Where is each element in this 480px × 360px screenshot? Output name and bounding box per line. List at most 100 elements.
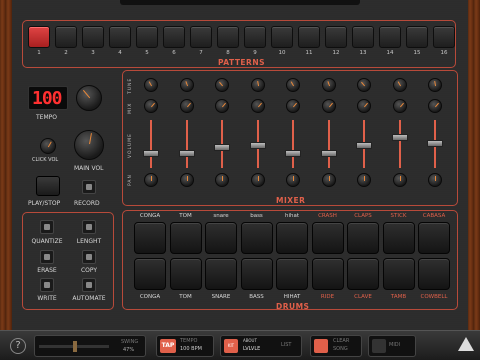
erase-button[interactable] [40, 250, 54, 264]
drum-pad-cabasa[interactable] [418, 222, 450, 254]
help-button[interactable]: ? [10, 338, 26, 354]
pattern-button-9[interactable] [244, 26, 266, 48]
mix-knob-snare[interactable] [215, 99, 229, 113]
pattern-button-5[interactable] [136, 26, 158, 48]
drum-pad-clave[interactable] [347, 258, 379, 290]
clear-button[interactable] [314, 339, 328, 353]
drum-pad-tamb[interactable] [382, 258, 415, 290]
drum-pad-tom[interactable] [169, 258, 202, 290]
tune-knob-crash[interactable] [321, 78, 336, 92]
drum-pad-crash[interactable] [311, 222, 344, 254]
pan-knob-claps[interactable] [357, 173, 371, 187]
swing-handle[interactable] [73, 341, 77, 352]
mix-knob-crash[interactable] [321, 99, 336, 113]
mix-knob-tom[interactable] [179, 99, 194, 113]
midi-toggle[interactable] [372, 339, 386, 353]
tune-knob-conga[interactable] [144, 78, 158, 92]
volume-fader-hihat[interactable] [285, 150, 301, 157]
pattern-button-16[interactable] [433, 26, 455, 48]
pattern-number: 16 [440, 50, 448, 56]
lenght-button[interactable] [82, 220, 96, 234]
pattern-button-7[interactable] [190, 26, 212, 48]
pattern-button-3[interactable] [82, 26, 104, 48]
tune-knob-claps[interactable] [357, 78, 371, 92]
mix-knob-bass[interactable] [250, 99, 265, 113]
pan-knob-stick[interactable] [392, 173, 407, 187]
write-label: WRITE [37, 295, 57, 302]
pan-knob-cabasa[interactable] [428, 173, 442, 187]
drum-label-bottom: HIHAT [283, 294, 301, 300]
pan-knob-tom[interactable] [179, 173, 194, 187]
automate-button[interactable] [82, 278, 96, 292]
volume-fader-cabasa[interactable] [427, 140, 443, 147]
pattern-button-11[interactable] [298, 26, 320, 48]
tempo-knob[interactable] [76, 85, 102, 111]
drum-pad-claps[interactable] [347, 222, 379, 254]
tune-knob-cabasa[interactable] [428, 78, 442, 92]
tune-knob-hihat[interactable] [286, 78, 300, 92]
volume-fader-crash[interactable] [320, 150, 337, 157]
midi-control[interactable]: MIDI [368, 335, 416, 357]
drum-pad-conga[interactable] [134, 222, 166, 254]
volume-fader-snare[interactable] [214, 144, 230, 151]
drum-pad-hihat[interactable] [276, 222, 308, 254]
pattern-button-4[interactable] [109, 26, 131, 48]
drum-pad-conga[interactable] [134, 258, 166, 290]
main-vol-label: MAIN VOL [74, 165, 104, 172]
copy-button[interactable] [82, 250, 96, 264]
mix-knob-stick[interactable] [392, 99, 407, 113]
pattern-button-13[interactable] [352, 26, 374, 48]
clear-label: CLEAR [333, 338, 350, 344]
tune-knob-stick[interactable] [392, 78, 407, 92]
volume-fader-stick[interactable] [391, 134, 408, 141]
mix-knob-hihat[interactable] [286, 99, 300, 113]
play-stop-button[interactable] [36, 176, 60, 196]
volume-fader-conga[interactable] [143, 150, 159, 157]
pan-knob-conga[interactable] [144, 173, 158, 187]
drum-pad-bass[interactable] [240, 222, 273, 254]
write-button[interactable] [40, 278, 54, 292]
drum-pad-tom[interactable] [169, 222, 202, 254]
drum-pad-snare[interactable] [205, 222, 237, 254]
pattern-button-8[interactable] [217, 26, 239, 48]
pattern-button-6[interactable] [163, 26, 185, 48]
volume-fader-tom[interactable] [178, 150, 195, 157]
record-button[interactable] [82, 180, 96, 194]
pattern-button-10[interactable] [271, 26, 293, 48]
kit-control[interactable]: KIT ABOUT LVLVLE LIST [220, 335, 302, 357]
tune-knob-tom[interactable] [179, 78, 194, 92]
drum-pad-cowbell[interactable] [418, 258, 450, 290]
volume-fader-claps[interactable] [356, 142, 372, 149]
drum-pad-hihat[interactable] [276, 258, 308, 290]
quantize-button[interactable] [40, 220, 54, 234]
pattern-button-2[interactable] [55, 26, 77, 48]
tune-knob-snare[interactable] [215, 78, 229, 92]
expand-up-icon[interactable] [458, 337, 474, 351]
drum-pad-snare[interactable] [205, 258, 237, 290]
pan-knob-hihat[interactable] [286, 173, 300, 187]
pattern-button-12[interactable] [325, 26, 347, 48]
pattern-button-1[interactable] [28, 26, 50, 48]
drum-pad-ride[interactable] [311, 258, 344, 290]
mix-knob-claps[interactable] [357, 99, 371, 113]
pan-knob-bass[interactable] [250, 173, 265, 187]
mixer-title: MIXER [276, 196, 306, 205]
swing-control[interactable]: SWING 47% [34, 335, 146, 357]
volume-fader-bass[interactable] [249, 142, 266, 149]
mix-knob-conga[interactable] [144, 99, 158, 113]
pan-knob-snare[interactable] [215, 173, 229, 187]
pattern-button-14[interactable] [379, 26, 401, 48]
drum-pad-stick[interactable] [382, 222, 415, 254]
kit-icon: KIT [224, 339, 238, 353]
click-vol-knob[interactable] [40, 138, 56, 154]
mix-knob-cabasa[interactable] [428, 99, 442, 113]
drum-label-top: hihat [284, 213, 300, 219]
clear-song-control[interactable]: CLEAR SONG [310, 335, 362, 357]
pan-knob-crash[interactable] [321, 173, 336, 187]
main-vol-knob[interactable] [74, 130, 104, 160]
pattern-button-15[interactable] [406, 26, 428, 48]
tap-button[interactable]: TAP [160, 339, 176, 353]
tune-knob-bass[interactable] [250, 78, 265, 92]
drum-pad-bass[interactable] [240, 258, 273, 290]
drum-label-top: STICK [390, 213, 407, 219]
